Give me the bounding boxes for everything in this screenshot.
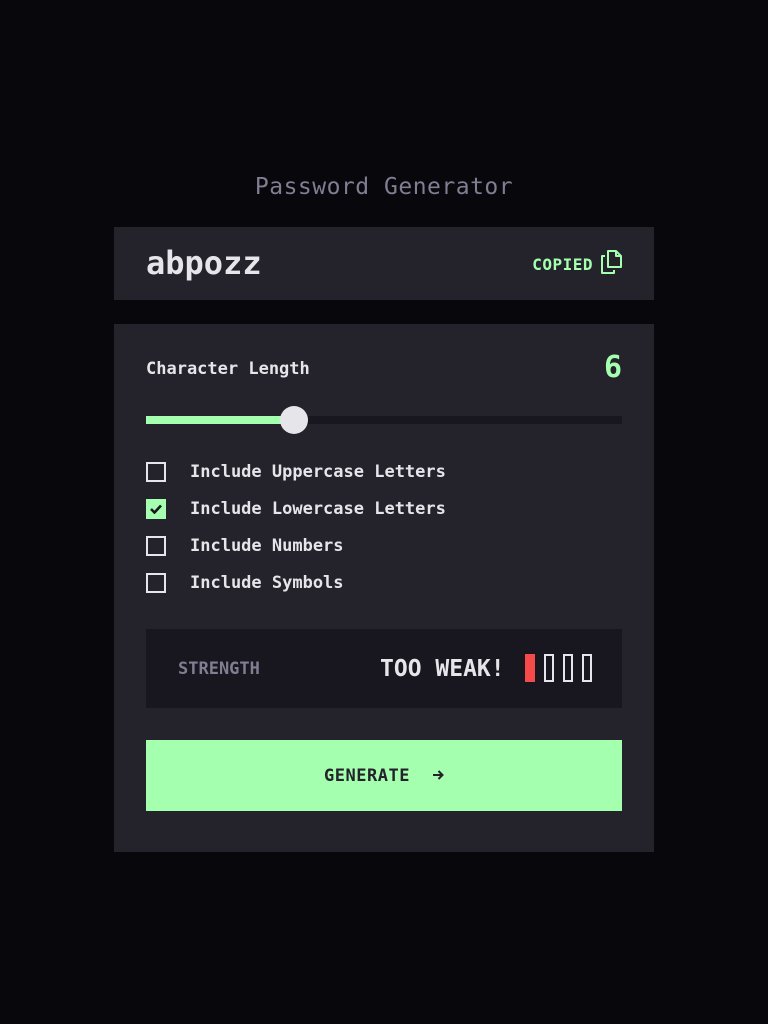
password-text: abpozz: [146, 244, 262, 282]
symbols-checkbox[interactable]: [146, 573, 166, 593]
settings-panel: Character Length 6 Include Uppercase Let…: [114, 324, 654, 852]
copy-button[interactable]: COPIED: [532, 250, 622, 278]
slider-fill: [146, 416, 294, 424]
option-uppercase-label: Include Uppercase Letters: [190, 462, 446, 482]
option-lowercase[interactable]: Include Lowercase Letters: [146, 499, 446, 519]
arrow-right-icon: [410, 766, 444, 785]
character-length-value: 6: [603, 350, 622, 385]
strength-meter: STRENGTH TOO WEAK!: [146, 629, 622, 708]
length-slider[interactable]: [146, 406, 622, 434]
generate-label: GENERATE: [324, 765, 410, 786]
strength-bar: [525, 654, 535, 682]
uppercase-checkbox[interactable]: [146, 462, 166, 482]
strength-label: STRENGTH: [178, 659, 260, 679]
options-list: Include Uppercase Letters Include Lowerc…: [146, 462, 446, 610]
numbers-checkbox[interactable]: [146, 536, 166, 556]
slider-thumb[interactable]: [280, 406, 308, 434]
strength-bar: [544, 654, 554, 682]
character-length-label: Character Length: [146, 359, 310, 379]
generate-button[interactable]: GENERATE: [146, 740, 622, 811]
copy-icon[interactable]: [601, 250, 622, 278]
copied-label: COPIED: [532, 254, 593, 274]
option-symbols-label: Include Symbols: [190, 573, 344, 593]
checkmark-icon: [150, 504, 162, 514]
password-display: abpozz COPIED: [114, 227, 654, 300]
strength-bar: [563, 654, 573, 682]
lowercase-checkbox[interactable]: [146, 499, 166, 519]
option-uppercase[interactable]: Include Uppercase Letters: [146, 462, 446, 482]
option-numbers[interactable]: Include Numbers: [146, 536, 446, 556]
option-lowercase-label: Include Lowercase Letters: [190, 499, 446, 519]
option-numbers-label: Include Numbers: [190, 536, 344, 556]
strength-bar: [582, 654, 592, 682]
option-symbols[interactable]: Include Symbols: [146, 573, 446, 593]
app-title: Password Generator: [254, 174, 514, 200]
strength-value: TOO WEAK!: [380, 656, 505, 682]
